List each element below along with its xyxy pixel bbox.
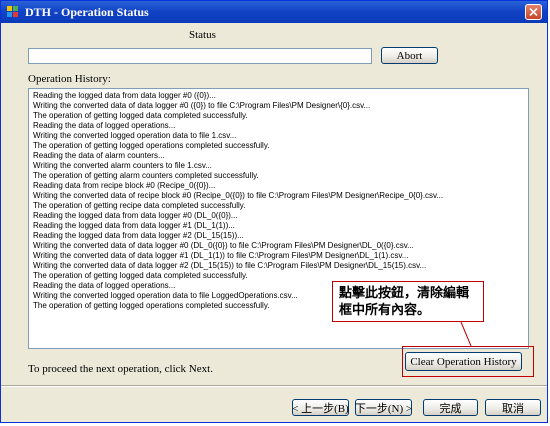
app-icon xyxy=(7,6,18,17)
history-line: The operation of getting logged data com… xyxy=(33,111,248,120)
history-line: The operation of getting logged data com… xyxy=(33,271,248,280)
history-line: Writing the converted logged operation d… xyxy=(33,131,237,140)
title-bar: DTH - Operation Status xyxy=(1,1,547,23)
annotation-text: 點擊此按鈕，清除編輯框中所有內容。 xyxy=(339,286,470,318)
history-line: Reading data from recipe block #0 (Recip… xyxy=(33,181,216,190)
finish-button[interactable]: 完成 xyxy=(423,399,478,416)
history-line: Writing the converted data of data logge… xyxy=(33,241,414,250)
instruction-text: To proceed the next operation, click Nex… xyxy=(28,363,213,375)
footer-separator xyxy=(1,385,547,387)
history-line: Reading the logged data from data logger… xyxy=(33,211,238,220)
history-line: Writing the converted data of data logge… xyxy=(33,251,409,260)
history-line: Reading the data of logged operations... xyxy=(33,281,176,290)
cancel-button[interactable]: 取消 xyxy=(485,399,541,416)
status-label: Status xyxy=(189,29,216,41)
status-field xyxy=(28,48,372,64)
close-icon xyxy=(529,8,538,16)
close-button[interactable] xyxy=(525,4,542,20)
operation-history-label: Operation History: xyxy=(28,73,111,85)
history-line: Reading the data of alarm counters... xyxy=(33,151,165,160)
history-line: Reading the logged data from data logger… xyxy=(33,91,216,100)
history-line: Writing the converted data of data logge… xyxy=(33,261,427,270)
history-line: The operation of getting logged operatio… xyxy=(33,301,270,310)
history-line: Writing the converted logged operation d… xyxy=(33,291,298,300)
history-line: Writing the converted data of recipe blo… xyxy=(33,191,444,200)
back-button[interactable]: < 上一步(B) xyxy=(292,399,349,416)
clear-operation-history-button[interactable]: Clear Operation History xyxy=(405,352,522,371)
history-line: The operation of getting logged operatio… xyxy=(33,141,270,150)
history-line: Reading the data of logged operations... xyxy=(33,121,176,130)
history-line: Writing the converted data of data logge… xyxy=(33,101,371,110)
history-line: Reading the logged data from data logger… xyxy=(33,221,235,230)
window-title: DTH - Operation Status xyxy=(25,5,149,19)
history-line: The operation of getting alarm counters … xyxy=(33,171,259,180)
history-line: Reading the logged data from data logger… xyxy=(33,231,244,240)
abort-button[interactable]: Abort xyxy=(381,47,438,64)
history-line: Writing the converted alarm counters to … xyxy=(33,161,212,170)
next-button[interactable]: 下一步(N) > xyxy=(355,399,412,416)
operation-status-window: DTH - Operation Status Status Abort Oper… xyxy=(0,0,548,423)
history-line: The operation of getting recipe data com… xyxy=(33,201,246,210)
annotation-callout: 點擊此按鈕，清除編輯框中所有內容。 xyxy=(332,281,484,322)
